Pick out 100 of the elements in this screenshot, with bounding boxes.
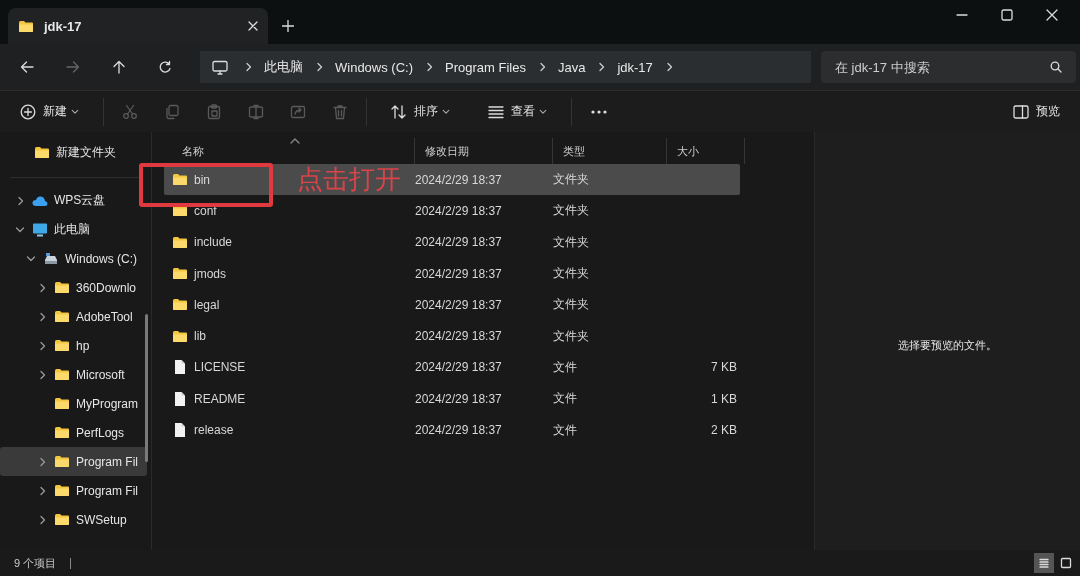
chevron-icon <box>537 62 546 72</box>
details-view-button[interactable] <box>1034 553 1054 573</box>
tree-item[interactable]: WPS云盘 <box>0 186 147 215</box>
size-cell-text: 7 KB <box>710 360 737 375</box>
chevron-icon[interactable] <box>38 485 46 496</box>
chevron-icon[interactable] <box>16 195 24 206</box>
sort-button[interactable]: 排序 <box>385 99 456 124</box>
monitor-icon <box>212 59 228 75</box>
view-button[interactable]: 查看 <box>482 99 553 124</box>
chevron-icon <box>315 62 323 72</box>
type-cell-text: 文件夹 <box>553 327 590 345</box>
maximize-icon[interactable] <box>1001 9 1013 21</box>
search-field[interactable]: 在 jdk-17 中搜索 <box>821 51 1076 83</box>
file-row[interactable]: lib 2024/2/29 18:37 文件夹 <box>164 320 740 352</box>
tree-item[interactable]: Program Fil <box>0 447 147 476</box>
file-name: release <box>194 423 234 437</box>
annotation-text: 点击打开 <box>297 163 401 196</box>
chevron-icon <box>664 62 673 72</box>
type-cell-text: 文件夹 <box>553 202 590 220</box>
file-name: jmods <box>194 266 226 281</box>
file-row[interactable]: README 2024/2/29 18:37 文件 1 KB <box>164 383 740 415</box>
tree-item[interactable]: AdobeTool <box>0 302 147 331</box>
file-name: bin <box>194 172 210 187</box>
file-name: README <box>194 391 246 406</box>
date-cell-text: 2024/2/29 18:37 <box>415 235 503 250</box>
close-icon[interactable] <box>248 21 258 31</box>
plus-circle-icon <box>20 103 36 120</box>
breadcrumb-item[interactable]: Program Files <box>445 59 526 75</box>
file-name: conf <box>194 203 217 218</box>
back-arrow-icon[interactable] <box>20 60 34 74</box>
chevron-icon[interactable] <box>38 311 46 322</box>
folder-icon <box>54 483 70 498</box>
file-name: legal <box>194 297 220 312</box>
chevron-icon[interactable] <box>26 253 36 264</box>
scrollbar-thumb[interactable] <box>145 314 148 462</box>
folder-icon <box>54 309 70 324</box>
tree-item[interactable]: Microsoft <box>0 360 147 389</box>
tree-item[interactable]: Program Fil <box>0 476 147 505</box>
list-icon <box>488 103 504 120</box>
size-cell-text: 2 KB <box>710 423 737 437</box>
type-cell-text: 文件夹 <box>553 233 590 251</box>
file-icon <box>172 359 188 376</box>
preview-message: 选择要预览的文件。 <box>898 338 997 353</box>
refresh-icon[interactable] <box>158 60 172 74</box>
date-cell-text: 2024/2/29 18:37 <box>415 172 503 187</box>
cloud-icon <box>32 193 48 208</box>
file-icon <box>172 422 188 438</box>
chevron-icon[interactable] <box>38 514 46 525</box>
folder-icon <box>54 280 70 295</box>
close-icon[interactable] <box>1046 9 1058 21</box>
tab[interactable]: jdk-17 <box>8 8 268 44</box>
folder-icon <box>172 234 188 250</box>
folder-icon <box>54 454 70 469</box>
file-row[interactable]: conf 2024/2/29 18:37 文件夹 <box>164 195 740 227</box>
tree-item[interactable]: hp <box>0 331 147 360</box>
file-name: include <box>194 235 233 250</box>
new-button[interactable]: 新建 <box>14 99 85 124</box>
preview-pane-icon <box>1013 103 1029 120</box>
tree-item[interactable]: PerfLogs <box>0 418 147 447</box>
sort-icon <box>391 103 407 120</box>
chevron-icon[interactable] <box>38 282 46 293</box>
tree-item[interactable]: SWSetup <box>0 505 147 534</box>
preview-button[interactable]: 预览 <box>1007 99 1066 124</box>
tree-item[interactable]: MyProgram <box>0 389 147 418</box>
breadcrumb-item[interactable]: 此电脑 <box>264 58 303 76</box>
folder-icon <box>54 367 70 382</box>
tree-item[interactable]: 此电脑 <box>0 215 147 244</box>
chevron-icon[interactable] <box>38 369 46 380</box>
folder-icon <box>54 396 70 411</box>
breadcrumb-item[interactable]: jdk-17 <box>617 59 653 75</box>
sidebar-item[interactable]: 新建文件夹 <box>0 138 147 167</box>
forward-arrow-icon[interactable] <box>66 60 80 74</box>
chevron-icon <box>425 62 433 72</box>
folder-icon <box>34 145 50 160</box>
file-row[interactable]: LICENSE 2024/2/29 18:37 文件 7 KB <box>164 351 740 384</box>
type-cell-text: 文件 <box>553 390 578 408</box>
file-name: LICENSE <box>194 360 246 375</box>
address-bar[interactable]: 此电脑 Windows (C:) Program Files Java jdk-17 <box>200 51 811 83</box>
file-row[interactable]: include 2024/2/29 18:37 文件夹 <box>164 226 740 258</box>
type-cell-text: 文件夹 <box>553 171 590 189</box>
type-cell-text: 文件 <box>553 358 578 376</box>
type-cell-text: 文件夹 <box>553 265 590 283</box>
up-arrow-icon[interactable] <box>112 60 126 74</box>
plus-icon[interactable] <box>282 20 294 32</box>
date-cell-text: 2024/2/29 18:37 <box>415 266 503 281</box>
chevron-icon[interactable] <box>38 340 46 351</box>
file-icon <box>172 390 188 407</box>
folder-icon <box>54 338 70 353</box>
chevron-icon[interactable] <box>15 224 25 235</box>
breadcrumb-item[interactable]: Windows (C:) <box>335 59 413 75</box>
file-row[interactable]: release 2024/2/29 18:37 文件 2 KB <box>164 414 740 446</box>
tree-item[interactable]: 360Downlo <box>0 273 147 302</box>
breadcrumb-item[interactable]: Java <box>557 59 586 75</box>
more-icon[interactable] <box>590 108 608 115</box>
file-row[interactable]: jmods 2024/2/29 18:37 文件夹 <box>164 257 740 290</box>
list-icon <box>1037 556 1051 570</box>
date-cell-text: 2024/2/29 18:37 <box>415 423 503 437</box>
chevron-icon[interactable] <box>38 456 46 467</box>
file-row[interactable]: legal 2024/2/29 18:37 文件夹 <box>164 289 740 321</box>
tree-item[interactable]: Windows (C:) <box>0 244 147 273</box>
